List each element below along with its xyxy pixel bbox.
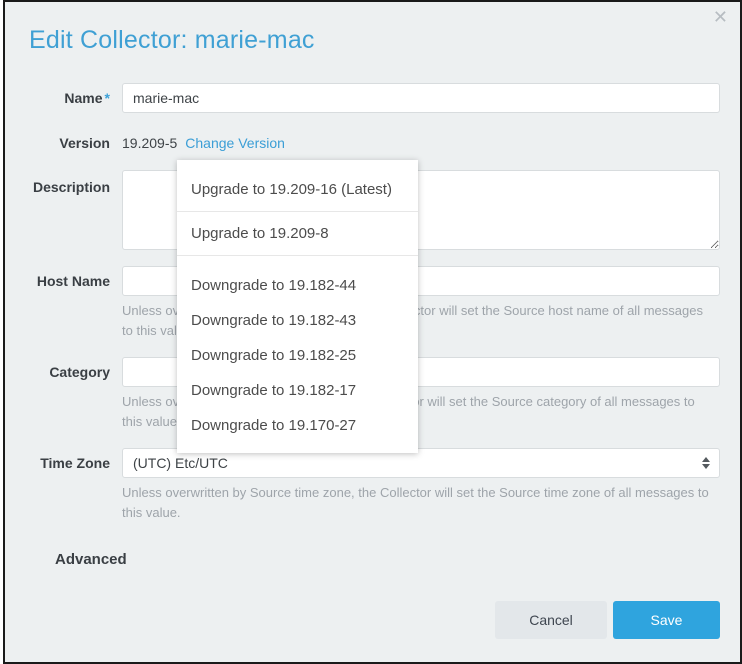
menu-item-downgrade[interactable]: Downgrade to 19.182-25: [177, 338, 418, 373]
close-icon[interactable]: ✕: [713, 8, 728, 26]
select-stepper-icon: [702, 457, 710, 469]
menu-item-downgrade[interactable]: Downgrade to 19.182-44: [177, 268, 418, 303]
menu-item-downgrade[interactable]: Downgrade to 19.170-27: [177, 408, 418, 443]
menu-item-downgrade[interactable]: Downgrade to 19.182-17: [177, 373, 418, 408]
required-asterisk: *: [105, 90, 110, 106]
time-zone-row: Time Zone (UTC) Etc/UTC Unless overwritt…: [5, 448, 740, 523]
host-name-label: Host Name: [5, 266, 122, 341]
change-version-link[interactable]: Change Version: [185, 135, 285, 151]
name-row: Name*: [5, 83, 740, 113]
menu-item-upgrade-latest[interactable]: Upgrade to 19.209-16 (Latest): [177, 168, 418, 212]
version-row: Version 19.209-5 Change Version: [5, 131, 740, 155]
menu-item-upgrade[interactable]: Upgrade to 19.209-8: [177, 212, 418, 256]
name-input[interactable]: [122, 83, 720, 113]
advanced-section: Advanced: [55, 551, 740, 569]
menu-item-downgrade[interactable]: Downgrade to 19.182-43: [177, 303, 418, 338]
advanced-toggle[interactable]: Advanced: [55, 551, 127, 568]
name-label: Name*: [5, 83, 122, 113]
category-label: Category: [5, 357, 122, 432]
save-button[interactable]: Save: [613, 601, 720, 639]
time-zone-help-text: Unless overwritten by Source time zone, …: [122, 483, 712, 523]
version-value: 19.209-5: [122, 135, 177, 151]
dialog-footer: Cancel Save: [495, 601, 720, 639]
time-zone-label: Time Zone: [5, 448, 122, 523]
version-label: Version: [5, 131, 122, 155]
time-zone-value: (UTC) Etc/UTC: [133, 455, 228, 471]
description-label: Description: [5, 170, 122, 250]
page-title: Edit Collector: marie-mac: [29, 26, 740, 55]
change-version-dropdown: Upgrade to 19.209-16 (Latest) Upgrade to…: [177, 160, 418, 453]
edit-collector-dialog: ✕ Edit Collector: marie-mac Name* Versio…: [3, 0, 742, 664]
cancel-button[interactable]: Cancel: [495, 601, 607, 639]
